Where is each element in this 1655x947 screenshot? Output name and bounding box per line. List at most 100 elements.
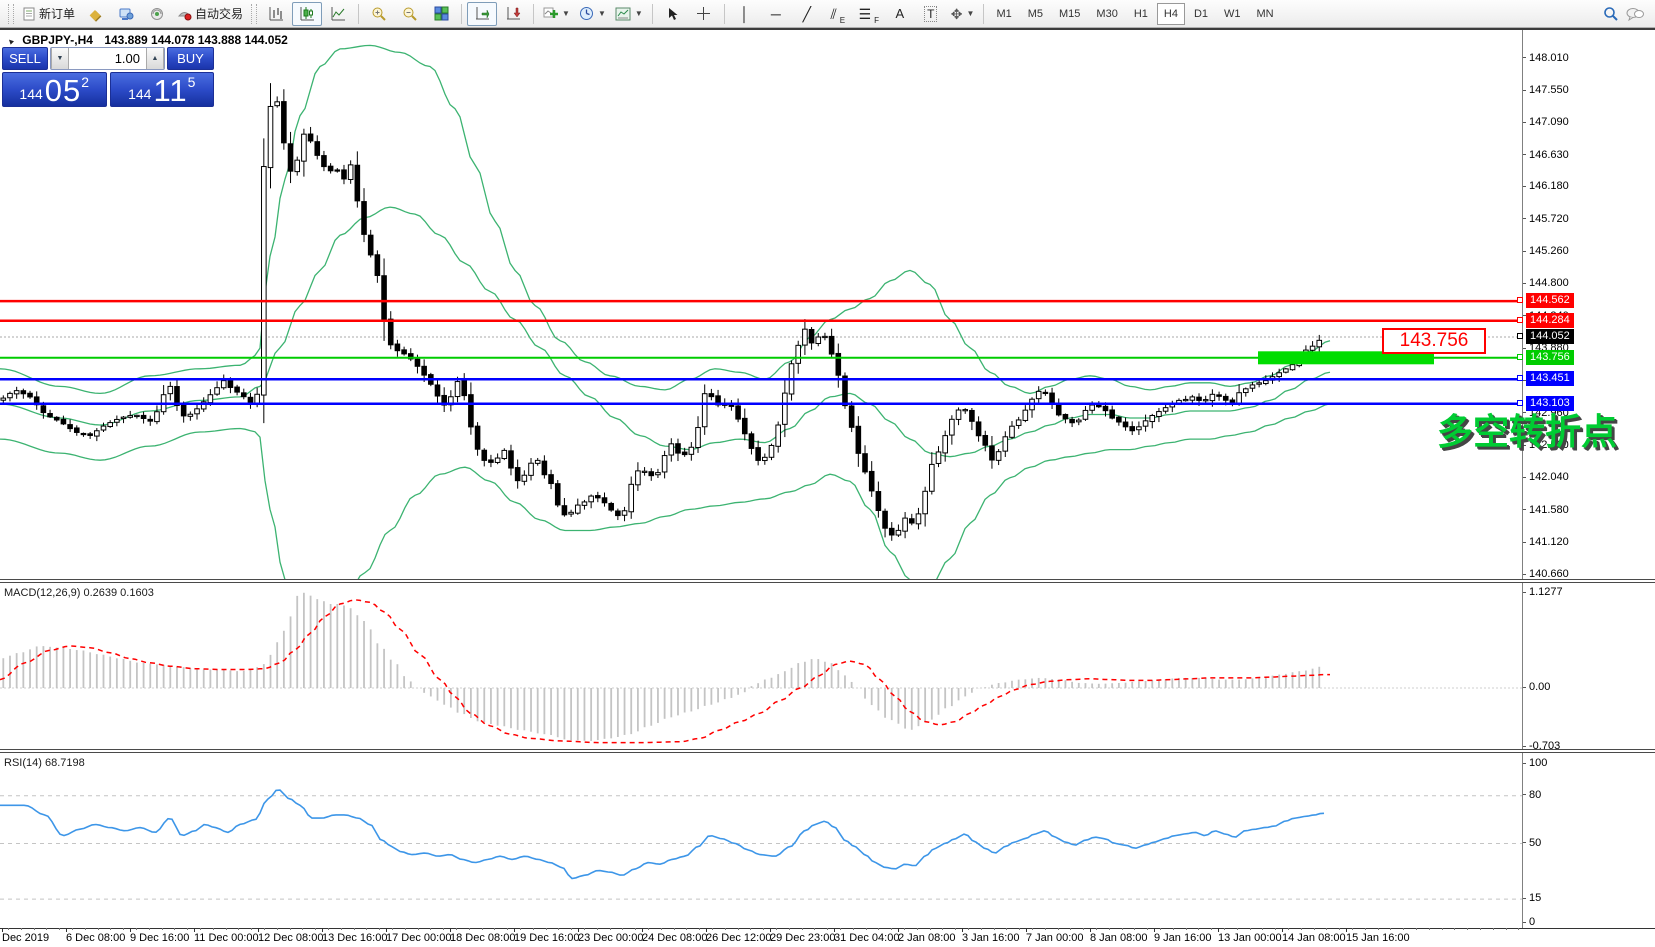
volume-stepper: ▼ 1.00 ▲	[50, 47, 165, 70]
crosshair-icon	[696, 6, 711, 21]
time-axis-label: 13 Dec 16:00	[322, 932, 387, 944]
timeframe-button-M1[interactable]: M1	[989, 3, 1018, 25]
timeframe-button-D1[interactable]: D1	[1187, 3, 1215, 25]
fibonacci-tool-button[interactable]: ☰ F	[854, 2, 884, 26]
toolbar-separator	[358, 4, 359, 24]
tile-windows-button[interactable]	[426, 2, 456, 26]
channel-tool-sublabel: E	[840, 16, 845, 25]
rsi-pane[interactable]	[0, 753, 1522, 928]
trendline-tool-button[interactable]: ╱	[792, 2, 822, 26]
time-axis-label: 3 Jan 16:00	[962, 932, 1020, 944]
rsi-axis-label: 50	[1522, 837, 1541, 849]
price-callout-box[interactable]: 143.756	[1382, 328, 1486, 354]
trendline-icon: ╱	[803, 7, 811, 21]
new-order-button[interactable]: 新订单	[18, 2, 79, 26]
buy-price-display[interactable]: 144 11 5	[110, 72, 215, 107]
macd-indicator-label: MACD(12,26,9) 0.2639 0.1603	[4, 587, 154, 599]
macd-pane[interactable]	[0, 583, 1522, 750]
text-tool-icon: A	[895, 6, 904, 21]
level-price-label: 144.284	[1526, 313, 1574, 328]
zoom-out-button[interactable]	[395, 2, 425, 26]
main-chart-pane[interactable]	[0, 30, 1522, 580]
current-price-label: 144.052	[1526, 329, 1574, 344]
macd-canvas[interactable]	[0, 583, 1522, 750]
templates-icon	[615, 7, 631, 21]
candlestick-chart-icon	[300, 6, 315, 21]
cursor-tool-button[interactable]	[658, 2, 688, 26]
time-axis-tick	[66, 928, 67, 932]
one-click-trading-panel: SELL ▼ 1.00 ▲ BUY 144 05 2 144 11 5	[2, 47, 214, 107]
auto-scroll-button[interactable]	[467, 2, 497, 26]
rsi-axis-label: 100	[1522, 757, 1547, 769]
toolbar-grip[interactable]	[8, 4, 14, 24]
volume-decrease-button[interactable]: ▼	[51, 48, 69, 69]
tile-windows-icon	[434, 6, 449, 21]
arrows-tool-button[interactable]: ✥ ▼	[947, 2, 979, 26]
pane-separator[interactable]	[0, 579, 1655, 583]
rsi-axis-label: 0	[1522, 916, 1535, 928]
toolbar-separator	[724, 4, 725, 24]
autotrading-button[interactable]: 自动交易	[173, 2, 247, 26]
templates-dropdown-caret: ▼	[635, 9, 643, 18]
periods-button[interactable]: ▼	[575, 2, 610, 26]
vertical-line-tool-button[interactable]: │	[730, 2, 760, 26]
search-icon[interactable]	[1603, 6, 1618, 21]
line-chart-button[interactable]	[323, 2, 353, 26]
bar-chart-button[interactable]	[261, 2, 291, 26]
timeframe-button-H4[interactable]: H4	[1157, 3, 1185, 25]
time-axis[interactable]: Dec 20196 Dec 08:009 Dec 16:0011 Dec 00:…	[0, 928, 1655, 947]
one-click-collapse-arrow[interactable]: ▲	[4, 35, 16, 47]
horizontal-line-tool-button[interactable]: ─	[761, 2, 791, 26]
text-label-tool-button[interactable]: T	[916, 2, 946, 26]
pane-separator[interactable]	[0, 749, 1655, 753]
time-axis-label: 23 Dec 00:00	[578, 932, 643, 944]
channel-tool-button[interactable]: ⫽ E	[823, 2, 853, 26]
time-axis-tick	[706, 928, 707, 932]
chat-icon[interactable]	[1626, 7, 1644, 21]
price-tick-label: 141.120	[1522, 536, 1569, 548]
crosshair-tool-button[interactable]	[689, 2, 719, 26]
volume-increase-button[interactable]: ▲	[146, 48, 164, 69]
indicators-button[interactable]: ▼	[539, 2, 574, 26]
timeframe-button-M5[interactable]: M5	[1021, 3, 1050, 25]
macd-axis-label: 0.00	[1522, 681, 1550, 693]
metaeditor-button[interactable]: ◆	[80, 2, 110, 26]
toolbar-grip[interactable]	[251, 4, 257, 24]
signals-button[interactable]	[142, 2, 172, 26]
timeframe-button-M30[interactable]: M30	[1089, 3, 1124, 25]
macd-axis-label: 1.1277	[1522, 586, 1563, 598]
price-tick-label: 148.010	[1522, 52, 1569, 64]
timeframe-button-MN[interactable]: MN	[1250, 3, 1281, 25]
turning-point-annotation[interactable]: 多空转折点	[1437, 403, 1617, 455]
symbol-info-line: ▲ GBPJPY-,H4 143.889 144.078 143.888 144…	[6, 33, 288, 47]
sell-button[interactable]: SELL	[2, 47, 48, 70]
volume-input[interactable]: 1.00	[69, 48, 146, 69]
buy-button[interactable]: BUY	[167, 47, 214, 70]
symbol-name: GBPJPY-,H4	[22, 33, 93, 47]
time-axis-tick	[322, 928, 323, 932]
terminal-button[interactable]	[111, 2, 141, 26]
templates-button[interactable]: ▼	[611, 2, 647, 26]
time-axis-label: 6 Dec 08:00	[66, 932, 125, 944]
time-axis-tick	[1346, 928, 1347, 932]
indicators-dropdown-caret: ▼	[562, 9, 570, 18]
toolbar-separator	[652, 4, 653, 24]
timeframe-button-M15[interactable]: M15	[1052, 3, 1087, 25]
candlestick-chart-button[interactable]	[292, 2, 322, 26]
level-marker	[1517, 297, 1523, 303]
timeframe-button-W1[interactable]: W1	[1217, 3, 1248, 25]
timeframe-button-H1[interactable]: H1	[1127, 3, 1155, 25]
zoom-in-button[interactable]	[364, 2, 394, 26]
text-tool-button[interactable]: A	[885, 2, 915, 26]
buy-price-pip: 5	[188, 74, 196, 90]
rsi-canvas[interactable]	[0, 753, 1522, 928]
chart-shift-button[interactable]	[498, 2, 528, 26]
fibonacci-icon: ☰	[859, 7, 872, 21]
level-price-label: 144.562	[1526, 293, 1574, 308]
time-axis-label: 18 Dec 08:00	[450, 932, 515, 944]
toolbar-separator	[533, 4, 534, 24]
sell-price-display[interactable]: 144 05 2	[2, 72, 107, 107]
buy-price-base: 144	[128, 86, 151, 105]
main-chart-canvas[interactable]	[0, 30, 1522, 580]
auto-scroll-icon	[475, 6, 490, 21]
